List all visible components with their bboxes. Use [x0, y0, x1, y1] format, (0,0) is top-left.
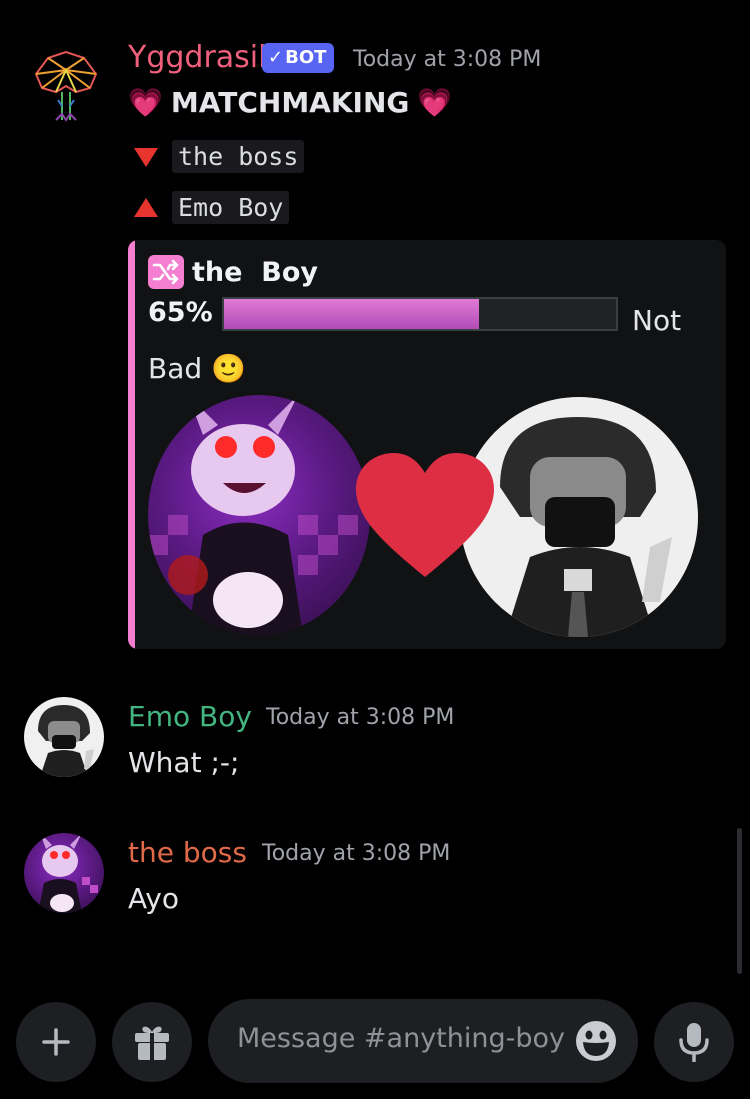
bot-badge-label: BOT: [285, 47, 327, 68]
heart-sparkle-icon: 💗: [417, 86, 453, 119]
up-name: Emo Boy: [172, 191, 290, 224]
portrait-left: [148, 395, 370, 635]
red-triangle-up-icon: [134, 197, 158, 217]
message-placeholder: Message #anything-boy: [237, 1023, 566, 1054]
bot-badge: ✓ BOT: [262, 43, 335, 73]
tree-logo-icon: [34, 50, 98, 122]
embed-title-row: the Boy: [148, 255, 318, 289]
character-silhouette-icon: [500, 417, 672, 637]
plus-icon: [42, 1028, 70, 1056]
emoji-icon: [576, 1021, 616, 1061]
add-attachment-button[interactable]: [16, 1002, 96, 1082]
yggdrasil-avatar[interactable]: [26, 44, 106, 124]
message-text: Ayo: [128, 882, 179, 915]
check-icon: ✓: [268, 47, 284, 68]
gift-icon: [135, 1026, 169, 1060]
message-text: What ;-;: [128, 746, 240, 779]
username[interactable]: Emo Boy: [128, 700, 252, 733]
message-input[interactable]: Message #anything-boy: [208, 999, 638, 1083]
avatar-portrait-icon: [38, 705, 94, 777]
voice-message-button[interactable]: [654, 1002, 734, 1082]
shuffle-icon: [148, 255, 184, 289]
username[interactable]: the boss: [128, 836, 247, 869]
embed-accent-bar: [128, 240, 135, 649]
match-line-down: the boss: [132, 140, 305, 173]
username[interactable]: Yggdrasil: [128, 40, 266, 75]
timestamp: Today at 3:08 PM: [262, 841, 451, 866]
matchmaking-header: 💗 MATCHMAKING 💗: [128, 86, 452, 119]
heart-sparkle-icon: 💗: [128, 86, 163, 119]
embed-title: the Boy: [192, 256, 318, 288]
avatar-portrait-icon: [38, 833, 98, 913]
heart-icon: [356, 453, 494, 577]
character-silhouette-icon: [148, 395, 358, 635]
timestamp: Today at 3:08 PM: [266, 705, 455, 730]
gift-button[interactable]: [112, 1002, 192, 1082]
emoji-button[interactable]: [575, 1020, 617, 1066]
match-image[interactable]: [148, 395, 700, 640]
the-boss-avatar[interactable]: [24, 833, 104, 913]
timestamp: Today at 3:08 PM: [353, 47, 542, 72]
down-name: the boss: [172, 140, 305, 173]
microphone-icon: [679, 1023, 709, 1062]
emo-boy-avatar[interactable]: [24, 697, 104, 777]
matchmaking-title: MATCHMAKING: [170, 86, 410, 119]
scrollbar-thumb[interactable]: [737, 828, 742, 974]
match-line-up: Emo Boy: [132, 191, 290, 224]
verdict-text: Not Bad 🙂: [148, 297, 708, 393]
slightly-smiling-face-icon: 🙂: [211, 352, 246, 385]
portrait-right: [460, 397, 698, 637]
red-triangle-down-icon: [134, 147, 158, 167]
